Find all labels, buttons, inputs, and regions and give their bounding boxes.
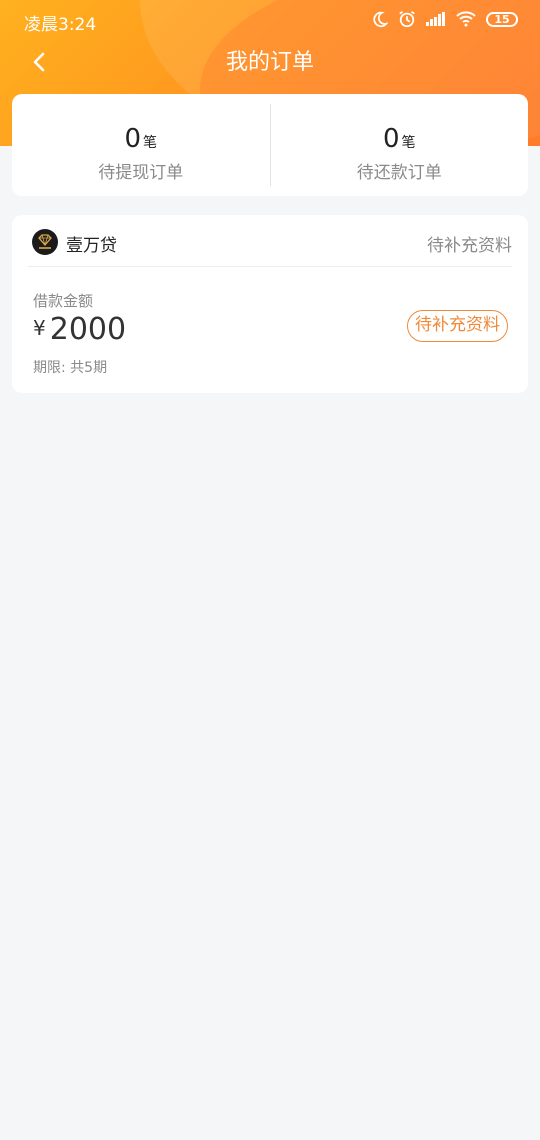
loan-amount: ¥2000	[33, 312, 126, 347]
currency-symbol: ¥	[33, 316, 46, 340]
moon-icon	[371, 11, 388, 28]
battery-icon: 15	[486, 11, 518, 27]
supplement-info-button[interactable]: 待补充资料	[407, 310, 508, 342]
summary-label: 待还款订单	[356, 163, 442, 183]
wifi-icon	[456, 11, 476, 27]
summary-unit: 笔	[143, 135, 158, 151]
summary-count: 0	[124, 124, 142, 154]
amount-label: 借款金额	[33, 292, 94, 310]
alarm-icon	[398, 10, 416, 28]
order-card[interactable]: 壹万贷 待补充资料 借款金额 ¥2000 期限: 共5期 待补充资料	[12, 215, 528, 393]
loan-term: 期限: 共5期	[33, 360, 108, 376]
summary-label: 待提现订单	[98, 163, 184, 183]
diamond-logo-icon	[32, 229, 58, 255]
order-summary-card: 0笔 待提现订单 0笔 待还款订单	[12, 94, 528, 196]
lender-name: 壹万贷	[66, 236, 117, 256]
amount-value: 2000	[49, 312, 127, 347]
summary-unit: 笔	[401, 135, 416, 151]
summary-pending-withdraw[interactable]: 0笔 待提现订单	[12, 94, 270, 196]
summary-pending-repay[interactable]: 0笔 待还款订单	[269, 104, 529, 186]
order-status: 待补充资料	[427, 236, 512, 256]
signal-icon	[426, 12, 446, 26]
summary-count: 0	[382, 124, 400, 154]
page-title: 我的订单	[225, 50, 314, 75]
status-icons: 15	[371, 10, 518, 28]
status-time: 凌晨3:24	[24, 15, 97, 35]
nav-bar: 我的订单	[0, 40, 540, 84]
order-card-header: 壹万贷 待补充资料	[28, 215, 512, 267]
status-bar: 凌晨3:24 15	[0, 0, 540, 40]
